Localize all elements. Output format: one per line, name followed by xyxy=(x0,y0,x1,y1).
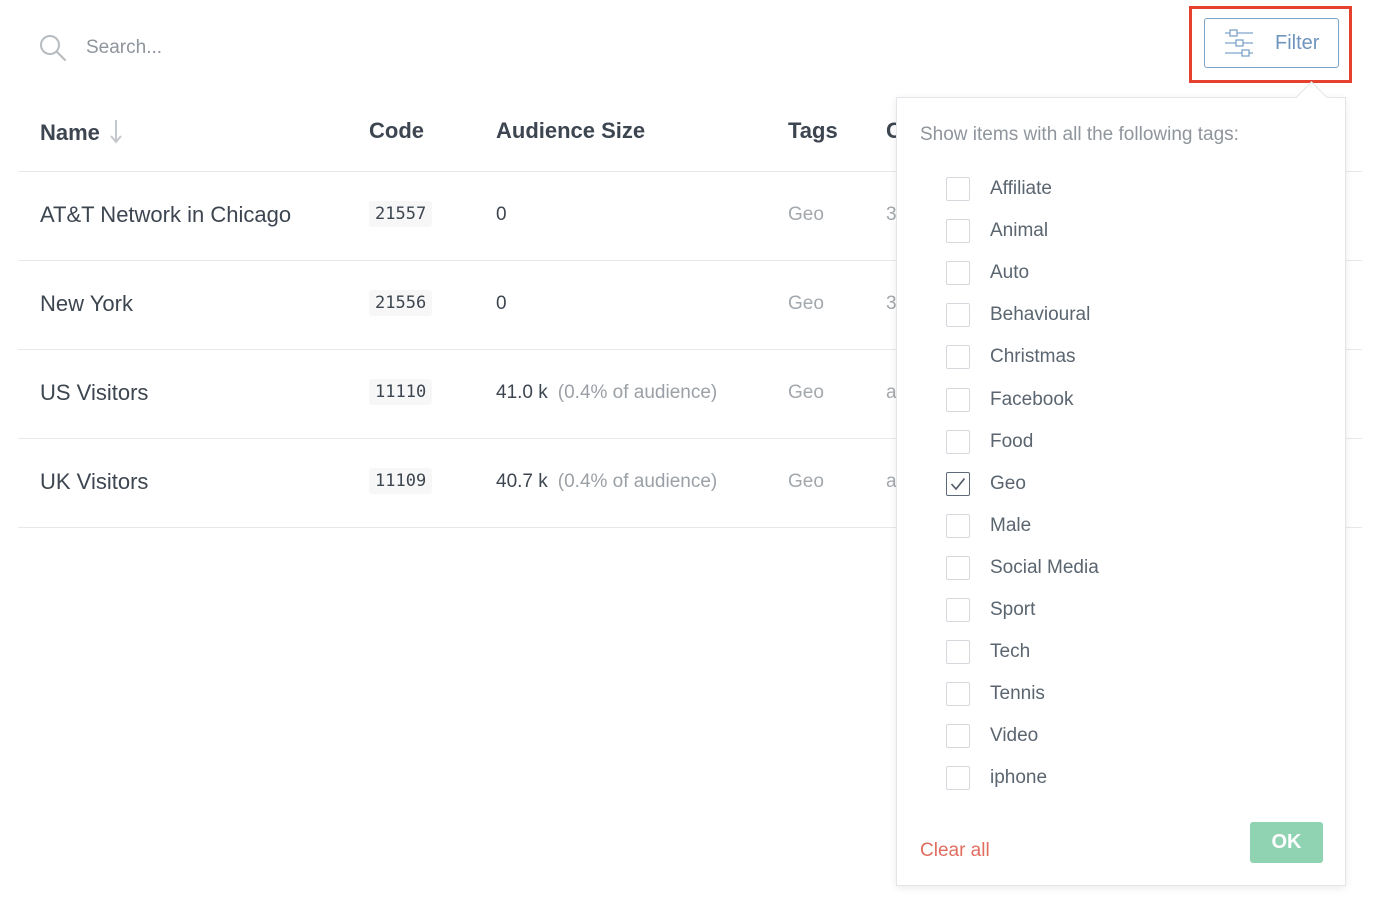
row-truncated-cell: 3 xyxy=(886,204,897,225)
checkbox[interactable] xyxy=(946,555,970,580)
tag-option-label: Male xyxy=(990,514,1032,536)
row-code: 21556 xyxy=(369,290,433,316)
row-truncated-cell: a xyxy=(886,382,897,403)
search-input[interactable] xyxy=(84,36,488,60)
tag-option[interactable]: Tech xyxy=(946,631,1099,673)
row-name[interactable]: US Visitors xyxy=(40,380,148,406)
checkbox[interactable] xyxy=(946,640,970,665)
row-code: 11110 xyxy=(369,379,433,405)
row-tags: Geo xyxy=(788,382,824,403)
tag-option-label: iphone xyxy=(990,767,1048,789)
tag-option[interactable]: Video xyxy=(946,715,1099,757)
row-audience-size: 40.7 k (0.4% of audience) xyxy=(496,471,718,492)
checkbox[interactable] xyxy=(946,724,970,749)
clear-all-link[interactable]: Clear all xyxy=(920,840,990,862)
column-header-tags[interactable]: Tags xyxy=(788,118,838,144)
tag-option[interactable]: Male xyxy=(946,505,1099,547)
tag-option-label: Food xyxy=(990,430,1034,452)
search-bar[interactable] xyxy=(38,30,488,66)
row-code: 11109 xyxy=(369,468,433,494)
tag-option[interactable]: Behavioural xyxy=(946,294,1099,336)
row-tags: Geo xyxy=(788,471,824,492)
tag-option[interactable]: Sport xyxy=(946,589,1099,631)
checkbox[interactable] xyxy=(946,766,970,791)
filter-popover: Show items with all the following tags: … xyxy=(896,97,1346,886)
tag-option[interactable]: Geo xyxy=(946,463,1099,505)
tag-checkbox-list: Affiliate Animal Auto Behavioural Christmas F… xyxy=(946,168,1099,799)
sort-down-icon xyxy=(110,118,122,150)
tag-option-label: Auto xyxy=(990,262,1030,284)
checkbox[interactable] xyxy=(946,261,970,286)
row-audience-size: 0 xyxy=(496,204,507,225)
tag-option-label: Affiliate xyxy=(990,178,1052,200)
row-audience-size: 0 xyxy=(496,293,507,314)
checkbox[interactable] xyxy=(946,429,970,454)
tag-option-label: Animal xyxy=(990,220,1049,242)
ok-button[interactable]: OK xyxy=(1250,822,1323,863)
tag-option-label: Geo xyxy=(990,472,1026,494)
tag-option[interactable]: Affiliate xyxy=(946,168,1099,210)
tag-option-label: Christmas xyxy=(990,346,1076,368)
tag-option[interactable]: iphone xyxy=(946,757,1099,799)
checkbox[interactable] xyxy=(946,682,970,707)
tag-option-label: Sport xyxy=(990,598,1036,620)
checkbox[interactable] xyxy=(946,219,970,244)
checkbox[interactable] xyxy=(946,345,970,370)
checkbox[interactable] xyxy=(946,597,970,622)
tag-option-label: Social Media xyxy=(990,556,1099,578)
column-header-code[interactable]: Code xyxy=(369,118,424,144)
filter-button[interactable]: Filter xyxy=(1204,18,1339,68)
row-code: 21557 xyxy=(369,201,433,227)
checkbox-checked[interactable] xyxy=(946,471,970,496)
row-truncated-cell: a xyxy=(886,471,897,492)
tag-option[interactable]: Auto xyxy=(946,252,1099,294)
tag-option-label: Tennis xyxy=(990,683,1045,705)
row-truncated-cell: 3 xyxy=(886,293,897,314)
row-name[interactable]: AT&T Network in Chicago xyxy=(40,202,291,228)
checkbox[interactable] xyxy=(946,303,970,328)
tag-option-label: Facebook xyxy=(990,388,1074,410)
column-header-name[interactable]: Name xyxy=(40,118,122,150)
tag-option[interactable]: Animal xyxy=(946,210,1099,252)
tag-option-label: Tech xyxy=(990,641,1031,663)
filter-popover-title: Show items with all the following tags: xyxy=(920,124,1239,145)
column-header-audience-size[interactable]: Audience Size xyxy=(496,118,645,144)
tag-option[interactable]: Food xyxy=(946,421,1099,463)
tag-option[interactable]: Tennis xyxy=(946,673,1099,715)
row-tags: Geo xyxy=(788,293,824,314)
checkmark-icon xyxy=(950,477,966,490)
row-name[interactable]: UK Visitors xyxy=(40,469,148,495)
filter-button-label: Filter xyxy=(1275,31,1320,54)
tag-option-label: Video xyxy=(990,725,1039,747)
checkbox[interactable] xyxy=(946,387,970,412)
tag-option[interactable]: Social Media xyxy=(946,547,1099,589)
search-icon xyxy=(40,35,66,61)
row-tags: Geo xyxy=(788,204,824,225)
tag-option-label: Behavioural xyxy=(990,304,1091,326)
row-name[interactable]: New York xyxy=(40,291,133,317)
row-audience-size: 41.0 k (0.4% of audience) xyxy=(496,382,718,403)
checkbox[interactable] xyxy=(946,513,970,538)
tag-option[interactable]: Christmas xyxy=(946,336,1099,378)
checkbox[interactable] xyxy=(946,177,970,202)
sliders-icon xyxy=(1225,29,1253,57)
tag-option[interactable]: Facebook xyxy=(946,378,1099,420)
